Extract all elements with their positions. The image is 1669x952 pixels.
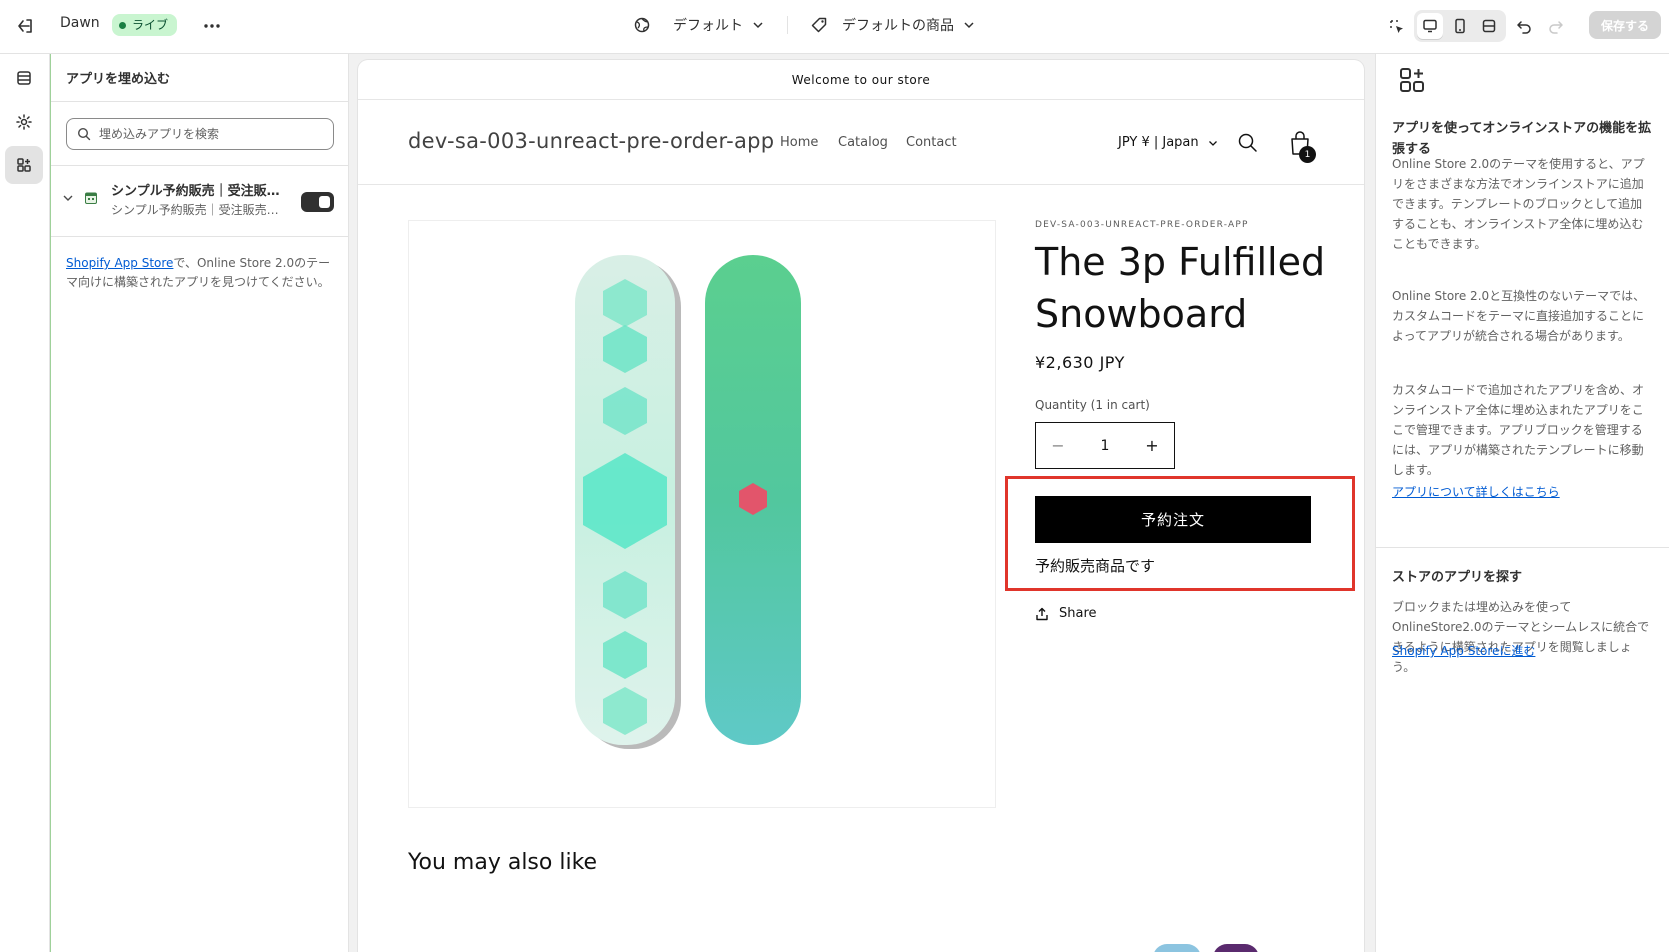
chevron-down-icon <box>751 18 765 32</box>
product-label: デフォルトの商品 <box>842 18 954 34</box>
info-panel: アプリを使ってオンラインストアの機能を拡張する Online Store 2.0… <box>1375 54 1669 952</box>
panel-title: アプリを埋め込む <box>66 72 171 87</box>
info-paragraph-2: Online Store 2.0と互換性のないテーマでは、カスタムコードをテーマ… <box>1392 289 1646 343</box>
divider <box>51 101 349 102</box>
editor-rail <box>0 54 50 952</box>
app-store-link[interactable]: Shopify App Store <box>66 256 173 270</box>
live-badge-label: ライブ <box>132 18 169 32</box>
recommendations-heading: You may also like <box>408 850 598 875</box>
sections-icon[interactable] <box>5 59 43 97</box>
live-dot-icon <box>119 21 126 29</box>
template-selector[interactable]: デフォルト <box>633 13 765 37</box>
product-title: The 3p Fulfilled Snowboard <box>1035 240 1326 336</box>
nav-catalog[interactable]: Catalog <box>838 135 888 150</box>
redo-icon[interactable] <box>1543 14 1569 40</box>
recommendation-thumbnails[interactable] <box>1153 942 1263 952</box>
undo-icon[interactable] <box>1511 14 1537 40</box>
find-apps-text: ブロックまたは埋め込みを使って OnlineStore2.0のテーマとシームレス… <box>1392 600 1650 674</box>
product-price: ¥2,630 JPY <box>1035 353 1125 372</box>
info-paragraph-3: カスタムコードで追加されたアプリを含め、オンラインストア全体に埋め込まれたアプリ… <box>1392 383 1645 477</box>
fullscreen-icon[interactable] <box>1476 13 1502 39</box>
learn-more-link[interactable]: アプリについて詳しくはこちら <box>1392 483 1560 500</box>
exit-icon[interactable] <box>14 15 36 37</box>
desktop-icon[interactable] <box>1417 13 1443 39</box>
select-icon[interactable] <box>1384 14 1410 40</box>
globe-icon <box>633 16 651 34</box>
app-search-input[interactable] <box>99 127 319 141</box>
currency-selector[interactable]: JPY ¥ | Japan <box>1118 135 1219 150</box>
app-store-cta-link[interactable]: Shopify App Storeに進む <box>1392 642 1535 659</box>
gear-icon[interactable] <box>5 103 43 141</box>
mobile-icon[interactable] <box>1447 13 1473 39</box>
app-subtitle: シンプル予約販売｜受注販売・予約注文 <box>111 203 286 217</box>
tag-icon <box>810 16 828 34</box>
snowboard-image <box>575 255 801 749</box>
product-vendor: DEV-SA-003-UNREACT-PRE-ORDER-APP <box>1035 220 1249 230</box>
search-icon[interactable] <box>1237 132 1259 154</box>
app-search-field[interactable] <box>66 118 334 150</box>
app-embed-toggle[interactable] <box>301 192 334 212</box>
divider <box>1376 547 1669 548</box>
info-paragraph-1: Online Store 2.0のテーマを使用すると、アプリをさまざまな方法でオ… <box>1392 157 1645 251</box>
more-icon[interactable] <box>201 15 223 37</box>
product-image[interactable] <box>408 220 996 808</box>
announcement-bar: Welcome to our store <box>358 60 1364 100</box>
quantity-label: Quantity (1 in cart) <box>1035 398 1150 412</box>
nav-home[interactable]: Home <box>780 135 818 150</box>
chevron-down-icon <box>962 18 976 32</box>
editor-topbar: Dawn ライブ デフォルト デフォルトの商品 保存する <box>0 0 1669 54</box>
app-embeds-panel: アプリを埋め込む シンプル予約販売｜受注販売・予約注文 シンプル予約販売｜受注販… <box>50 54 349 952</box>
save-button[interactable]: 保存する <box>1589 11 1661 39</box>
calendar-app-icon <box>84 191 98 205</box>
app-embed-item[interactable]: シンプル予約販売｜受注販売・予約注文 シンプル予約販売｜受注販売・予約注文 <box>51 166 349 236</box>
cart-count-badge: 1 <box>1299 146 1316 163</box>
share-button[interactable]: Share <box>1035 606 1097 621</box>
store-preview: Welcome to our store dev-sa-003-unreact-… <box>358 60 1364 952</box>
app-store-help: Shopify App Storeで、Online Store 2.0のテーマ向… <box>66 254 336 292</box>
share-label: Share <box>1059 606 1097 621</box>
share-icon <box>1035 607 1049 621</box>
quantity-increase-button[interactable]: + <box>1142 436 1162 455</box>
chevron-down-icon <box>1207 137 1219 149</box>
preorder-button[interactable]: 予約注文 <box>1035 496 1311 543</box>
search-icon <box>77 127 91 141</box>
product-selector[interactable]: デフォルトの商品 <box>810 13 976 37</box>
quantity-value[interactable]: 1 <box>1101 438 1110 454</box>
app-extension-icon <box>1398 66 1426 94</box>
find-apps-heading: ストアのアプリを探す <box>1392 570 1523 585</box>
nav-contact[interactable]: Contact <box>906 135 957 150</box>
app-name: シンプル予約販売｜受注販売・予約注文 <box>111 184 286 199</box>
apps-icon[interactable] <box>5 146 43 184</box>
quantity-stepper: − 1 + <box>1035 422 1175 469</box>
divider <box>787 16 788 34</box>
toggle-knob <box>319 196 330 208</box>
currency-label: JPY ¥ | Japan <box>1118 135 1199 150</box>
live-badge: ライブ <box>112 14 178 36</box>
store-header: dev-sa-003-unreact-pre-order-app Home Ca… <box>358 100 1364 185</box>
viewport-switcher <box>1414 10 1506 42</box>
quantity-decrease-button[interactable]: − <box>1048 436 1068 455</box>
store-name[interactable]: dev-sa-003-unreact-pre-order-app <box>408 129 774 153</box>
divider <box>51 236 349 237</box>
template-label: デフォルト <box>673 18 743 34</box>
preorder-note: 予約販売商品です <box>1035 557 1156 575</box>
chevron-down-icon[interactable] <box>61 191 75 205</box>
theme-name: Dawn <box>60 15 100 31</box>
